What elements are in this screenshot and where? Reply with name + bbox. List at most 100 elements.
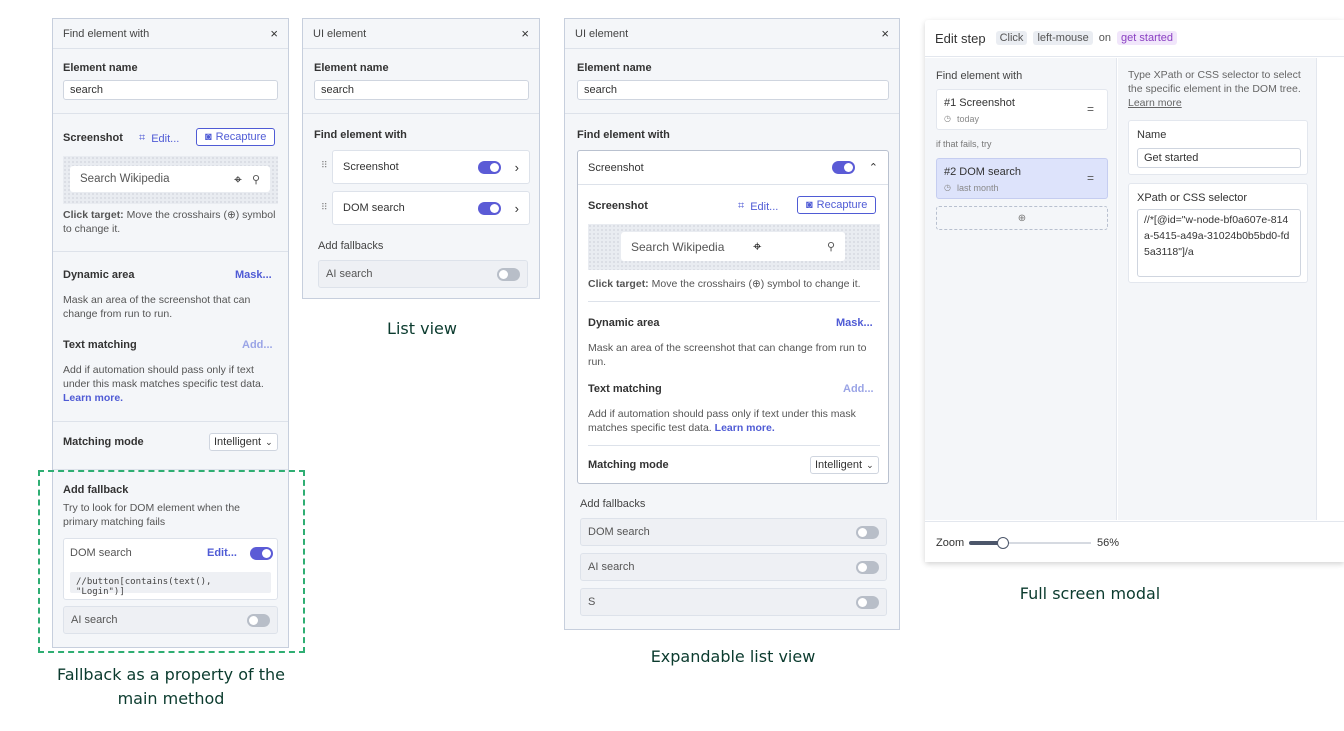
- zoom-slider[interactable]: [969, 537, 1091, 549]
- screenshot-toggle[interactable]: [831, 161, 855, 174]
- click-target-text: Click target: Move the crosshairs (⊕) sy…: [63, 209, 276, 235]
- close-icon[interactable]: ×: [270, 26, 278, 41]
- crop-icon: ⌗: [139, 132, 146, 144]
- action-tag: Click: [995, 31, 1028, 45]
- right-gutter: [1316, 58, 1344, 520]
- add-link[interactable]: Add...: [242, 339, 273, 351]
- learn-more-link[interactable]: Learn more.: [715, 422, 775, 434]
- fallback-s-row[interactable]: S: [580, 588, 887, 616]
- mask-link[interactable]: Mask...: [235, 269, 272, 281]
- screenshot-toggle[interactable]: [477, 160, 501, 174]
- selector-textarea[interactable]: //*[@id="w-node-bf0a607e-814a-5415-a49a-…: [1137, 209, 1301, 277]
- edit-link[interactable]: ⌗ Edit...: [738, 200, 778, 213]
- panel-header: UI element ×: [565, 19, 899, 49]
- text-matching-label: Text matching: [63, 339, 137, 351]
- find-element-label: Find element with: [577, 129, 670, 141]
- search-box-preview: Search Wikipedia ⌖ ⚲: [621, 232, 845, 261]
- modal-title: Edit step: [935, 30, 986, 46]
- search-icon: ⚲: [251, 173, 260, 186]
- add-fallbacks-label: Add fallbacks: [580, 498, 646, 510]
- ai-search-row[interactable]: AI search: [318, 260, 528, 288]
- screenshot-preview: Search Wikipedia ⌖ ⚲: [588, 224, 880, 270]
- mask-link[interactable]: Mask...: [836, 317, 873, 329]
- caption-fallback: Fallback as a property of the main metho…: [57, 665, 285, 708]
- clock-icon: ◷: [944, 183, 951, 192]
- zoom-slider-thumb[interactable]: [997, 537, 1009, 549]
- method-item-dom-search[interactable]: #2 DOM search ◷ last month =: [936, 158, 1108, 199]
- method-item-screenshot[interactable]: #1 Screenshot ◷ today =: [936, 89, 1108, 130]
- learn-more-link[interactable]: Learn more: [1128, 97, 1182, 109]
- ai-search-toggle[interactable]: [497, 267, 520, 281]
- text-matching-label: Text matching: [588, 383, 662, 395]
- list-item-dom-search[interactable]: DOM search ›: [332, 191, 530, 225]
- text-matching-text: Add if automation should pass only if te…: [63, 364, 264, 404]
- list-item-screenshot[interactable]: Screenshot ›: [332, 150, 530, 184]
- element-name-label: Element name: [577, 62, 652, 74]
- mouse-tag: left-mouse: [1033, 31, 1093, 45]
- recapture-button[interactable]: ◙ Recapture: [196, 128, 276, 146]
- search-box-preview: Search Wikipedia ⌖ ⚲: [70, 166, 270, 192]
- fails-text: if that fails, try: [936, 139, 992, 149]
- screenshot-row[interactable]: Screenshot ⌃: [578, 151, 888, 185]
- element-name-input[interactable]: search: [577, 80, 889, 100]
- find-element-label: Find element with: [936, 70, 1023, 82]
- add-link[interactable]: Add...: [843, 383, 874, 395]
- edit-link[interactable]: ⌗ Edit...: [139, 132, 179, 145]
- learn-more-link[interactable]: Learn more.: [63, 392, 123, 404]
- matching-mode-label: Matching mode: [588, 459, 669, 471]
- caption-expandable: Expandable list view: [650, 647, 816, 666]
- screenshot-preview: Search Wikipedia ⌖ ⚲: [63, 156, 278, 204]
- modal-sidebar: Find element with #1 Screenshot ◷ today …: [925, 58, 1117, 520]
- close-icon[interactable]: ×: [881, 26, 889, 41]
- drag-handle-icon[interactable]: =: [1087, 102, 1094, 116]
- matching-mode-select[interactable]: Intelligent ⌄: [810, 456, 879, 474]
- s-toggle[interactable]: [856, 595, 879, 609]
- screenshot-label: Screenshot: [588, 200, 648, 212]
- ai-search-toggle[interactable]: [856, 560, 879, 574]
- fallback-highlight-dashed: [38, 470, 305, 653]
- modal-detail: Type XPath or CSS selector to select the…: [1118, 58, 1316, 520]
- name-card: Name Get started: [1128, 120, 1308, 175]
- recapture-button[interactable]: ◙ Recapture: [797, 196, 877, 214]
- dom-search-toggle[interactable]: [856, 525, 879, 539]
- chevron-right-icon[interactable]: ›: [515, 160, 519, 175]
- zoom-value: 56%: [1097, 537, 1120, 549]
- click-target-text: Click target: Move the crosshairs (⊕) sy…: [588, 278, 861, 290]
- dom-search-toggle[interactable]: [477, 201, 501, 215]
- drag-handle-icon[interactable]: ⠿: [321, 202, 328, 213]
- drag-handle-icon[interactable]: ⠿: [321, 160, 328, 171]
- camera-icon: ◙: [806, 199, 813, 211]
- panel-title: UI element: [575, 27, 629, 40]
- camera-icon: ◙: [205, 131, 212, 143]
- panel-header: UI element ×: [303, 19, 539, 49]
- caption-list-view: List view: [387, 319, 457, 338]
- crosshair-icon[interactable]: ⌖: [234, 171, 242, 188]
- fallback-ai-search-row[interactable]: AI search: [580, 553, 887, 581]
- list-view-panel: UI element × Element name search Find el…: [302, 18, 540, 299]
- fallback-dom-search-row[interactable]: DOM search: [580, 518, 887, 546]
- chevron-up-icon[interactable]: ⌃: [869, 161, 878, 174]
- element-name-label: Element name: [63, 62, 138, 74]
- drag-handle-icon[interactable]: =: [1087, 171, 1094, 185]
- chevron-down-icon: ⌄: [265, 436, 273, 447]
- chevron-right-icon[interactable]: ›: [515, 201, 519, 216]
- element-name-label: Element name: [314, 62, 389, 74]
- close-icon[interactable]: ×: [521, 26, 529, 41]
- search-icon: ⚲: [826, 241, 835, 253]
- modal-header: Edit step Click left-mouse on get starte…: [925, 20, 1344, 57]
- dynamic-area-text: Mask an area of the screenshot that can …: [63, 294, 251, 320]
- crosshair-icon[interactable]: ⌖: [753, 238, 761, 255]
- target-tag: get started: [1117, 31, 1178, 45]
- element-name-input[interactable]: search: [314, 80, 529, 100]
- plus-circle-icon: ⊕: [1017, 212, 1027, 224]
- text-matching-text: Add if automation should pass only if te…: [588, 408, 856, 434]
- expandable-list-panel: UI element × Element name search Find el…: [564, 18, 900, 630]
- add-method-button[interactable]: ⊕: [936, 206, 1108, 230]
- screenshot-label: Screenshot: [63, 132, 123, 144]
- panel-title: Find element with: [63, 27, 150, 40]
- element-name-input[interactable]: search: [63, 80, 278, 100]
- name-input[interactable]: Get started: [1137, 148, 1301, 168]
- matching-mode-select[interactable]: Intelligent ⌄: [209, 433, 278, 451]
- crop-icon: ⌗: [738, 200, 745, 212]
- panel-title: UI element: [313, 27, 367, 40]
